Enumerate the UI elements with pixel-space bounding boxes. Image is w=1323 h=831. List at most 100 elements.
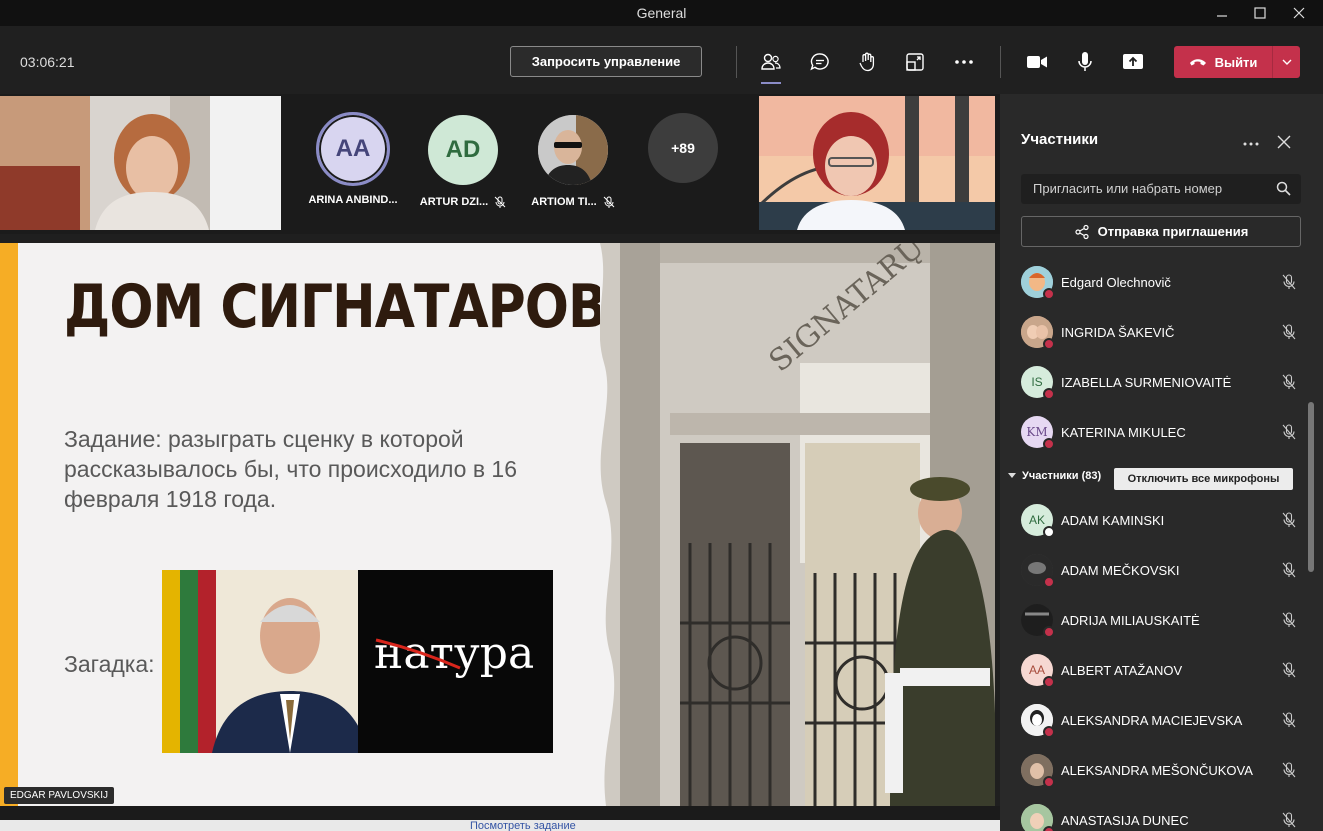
participant-row[interactable]: ALEKSANDRA MEŠONČUKOVA (1021, 750, 1301, 790)
meeting-timer: 03:06:21 (20, 54, 75, 70)
video-feed-image (759, 96, 995, 230)
participant-name: ADAM KAMINSKI (1061, 512, 1165, 528)
mic-off-icon (1277, 274, 1301, 290)
participant-name: ADAM MEČKOVSKI (1061, 562, 1180, 578)
slide-heading: ДОМ СИГНАТАРОВ (64, 273, 608, 342)
rooms-icon (906, 53, 924, 71)
microphone-button[interactable] (1069, 46, 1101, 78)
slide-photo: SIGNATARŲ (599, 243, 995, 806)
participant-row[interactable]: KM KATERINA MIKULEC (1021, 412, 1301, 452)
view-task-link[interactable]: Посмотреть задание (470, 820, 576, 831)
meeting-toolbar: 03:06:21 Запросить управление Выйти (0, 26, 1323, 94)
request-control-button[interactable]: Запросить управление (510, 46, 702, 77)
camera-icon (1027, 56, 1047, 68)
mic-off-icon (1277, 612, 1301, 628)
participants-panel: Участники Пригласить или набрать номер О… (1000, 94, 1323, 831)
bottom-strip: Посмотреть задание (0, 806, 1000, 831)
background-window-peek: Посмотреть задание (0, 820, 1000, 831)
participant-video-tile[interactable] (759, 96, 995, 230)
avatar: AK (1021, 504, 1055, 538)
leave-main[interactable]: Выйти (1174, 46, 1272, 78)
avatar (1021, 754, 1055, 788)
mute-all-button[interactable]: Отключить все микрофоны (1114, 468, 1293, 490)
chat-button[interactable] (804, 46, 836, 78)
share-screen-button[interactable] (1117, 46, 1149, 78)
participant-row[interactable]: Edgard Olechnovič (1021, 262, 1301, 302)
avatar-photo (538, 115, 608, 185)
mic-off-icon (1277, 512, 1301, 528)
chevron-down-icon (1008, 473, 1016, 478)
raise-hand-button[interactable] (852, 46, 884, 78)
participant-row[interactable]: INGRIDA ŠAKEVIČ (1021, 312, 1301, 352)
hang-up-icon (1189, 59, 1206, 66)
video-feed-image (0, 96, 281, 230)
slide-accent-bar (0, 243, 18, 806)
camera-button[interactable] (1021, 46, 1053, 78)
shared-slide: ДОМ СИГНАТАРОВ Задание: разыграть сценку… (0, 243, 995, 806)
search-icon (1276, 181, 1291, 196)
more-participants-button[interactable]: +89 (648, 113, 718, 183)
mic-icon (1078, 52, 1092, 71)
section-label: Участники (83) (1022, 470, 1102, 482)
toolbar-divider (1000, 46, 1001, 78)
participant-row[interactable]: ADRIJA MILIAUSKAITĖ (1021, 600, 1301, 640)
mic-off-icon (1277, 662, 1301, 678)
breakout-rooms-button[interactable] (899, 46, 931, 78)
close-icon (1277, 135, 1291, 149)
participant-name: ARINA ANBIND... (308, 194, 398, 206)
slide-riddle-label: Загадка: (64, 651, 155, 677)
panel-close-button[interactable] (1277, 135, 1291, 154)
mic-off-icon (1277, 562, 1301, 578)
participant-name: KATERINA MIKULEC (1061, 424, 1186, 440)
participant-row[interactable]: ANASTASIJA DUNEC (1021, 800, 1301, 831)
participant-row[interactable]: AA ALBERT ATAŽANOV (1021, 650, 1301, 690)
participant-row[interactable]: IS IZABELLA SURMENIOVAITĖ (1021, 362, 1301, 402)
mic-off-icon (1277, 324, 1301, 340)
avatar (538, 115, 608, 185)
participants-button[interactable] (755, 46, 787, 84)
mic-off-icon (603, 196, 615, 208)
video-strip: AA ARINA ANBIND... AD ARTUR DZI... ARTIO… (0, 94, 1000, 234)
participant-name: IZABELLA SURMENIOVAITĖ (1061, 374, 1232, 390)
panel-scrollbar[interactable] (1308, 402, 1314, 572)
invite-search-input[interactable]: Пригласить или набрать номер (1021, 174, 1301, 204)
leave-options-button[interactable] (1272, 46, 1300, 78)
participant-name: ANASTASIJA DUNEC (1061, 812, 1189, 828)
participant-video-tile[interactable] (0, 96, 281, 230)
maximize-icon (1254, 7, 1266, 19)
maximize-button[interactable] (1241, 0, 1279, 26)
avatar (1021, 554, 1055, 588)
send-invite-button[interactable]: Отправка приглашения (1021, 216, 1301, 247)
mic-off-icon (1277, 762, 1301, 778)
minimize-button[interactable] (1203, 0, 1241, 26)
participant-row[interactable]: ALEKSANDRA MACIEJEVSKA (1021, 700, 1301, 740)
participant-row[interactable]: ADAM MEČKOVSKI (1021, 550, 1301, 590)
minimize-icon (1217, 15, 1227, 17)
avatar: AD (428, 115, 498, 185)
leave-label: Выйти (1214, 54, 1258, 70)
panel-more-button[interactable] (1243, 134, 1259, 152)
mic-off-icon (1277, 374, 1301, 390)
participant-name: Edgard Olechnovič (1061, 274, 1171, 290)
avatar (1021, 804, 1055, 831)
participant-row[interactable]: AK ADAM KAMINSKI (1021, 500, 1301, 540)
building-photo: SIGNATARŲ (599, 243, 995, 806)
people-icon (761, 53, 781, 70)
share-link-icon (1075, 224, 1089, 239)
participants-section-toggle[interactable]: Участники (83) (1008, 470, 1101, 482)
avatar (1021, 704, 1055, 738)
more-actions-button[interactable] (948, 46, 980, 78)
participant-name: ALEKSANDRA MACIEJEVSKA (1061, 712, 1243, 728)
avatar (1021, 604, 1055, 638)
title-bar: General (0, 0, 1323, 26)
panel-title: Участники (1021, 131, 1099, 148)
participant-name: ADRIJA MILIAUSKAITĖ (1061, 612, 1200, 628)
leave-button[interactable]: Выйти (1174, 46, 1300, 78)
riddle-image: натура (162, 570, 553, 753)
mic-off-icon (494, 196, 506, 208)
close-window-button[interactable] (1280, 0, 1318, 26)
chevron-down-icon (1282, 59, 1291, 65)
close-icon (1293, 7, 1305, 19)
participant-name: INGRIDA ŠAKEVIČ (1061, 324, 1175, 340)
window-title: General (636, 5, 687, 21)
